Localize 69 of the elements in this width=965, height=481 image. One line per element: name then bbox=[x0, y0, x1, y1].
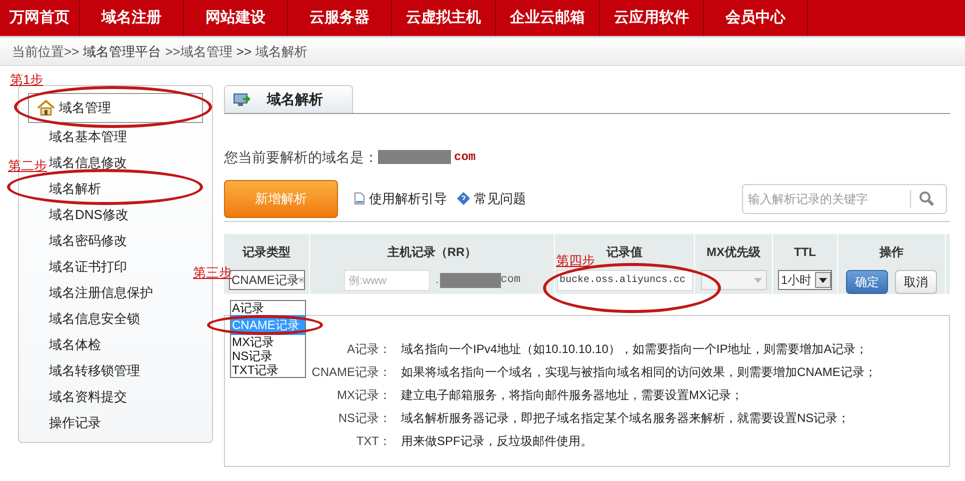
breadcrumb-text: >> bbox=[236, 42, 252, 61]
help-text: 用来做SPF记录，反垃圾邮件使用。 bbox=[401, 432, 592, 450]
step-label: 第二步 bbox=[8, 157, 47, 175]
sidebar-item[interactable]: 操作记录 bbox=[49, 410, 101, 436]
sidebar-item[interactable]: 域名信息修改 bbox=[49, 150, 127, 176]
help-term: A记录： bbox=[346, 340, 391, 358]
monitor-icon bbox=[233, 92, 251, 106]
dropdown-arrow-icon bbox=[754, 278, 762, 282]
sidebar-header[interactable]: 域名管理 bbox=[28, 93, 203, 123]
breadcrumb-text: 域名解析 bbox=[256, 42, 308, 61]
help-term: CNAME记录： bbox=[312, 364, 391, 380]
nav-link[interactable]: 万网首页 bbox=[0, 0, 80, 36]
help-icon bbox=[457, 192, 470, 205]
sidebar-item[interactable]: 域名证书打印 bbox=[49, 254, 127, 280]
column-header: 记录类型 bbox=[242, 244, 290, 259]
ttl-select[interactable]: 1小时 bbox=[778, 270, 832, 290]
cancel-button[interactable]: 取消 bbox=[895, 270, 937, 294]
dropdown-option[interactable]: TXT记录 bbox=[231, 363, 305, 377]
domain-prompt: 您当前要解析的域名是： bbox=[224, 148, 378, 166]
breadcrumb-link[interactable]: 域名管理平台 bbox=[83, 42, 162, 62]
nav-link[interactable]: 会员中心 bbox=[704, 0, 808, 36]
breadcrumb-text: 当前位置>> bbox=[12, 42, 80, 61]
help-text: 建立电子邮箱服务，将指向邮件服务器地址，需要设置MX记录； bbox=[401, 386, 743, 404]
column-header: TTL bbox=[794, 244, 816, 259]
help-text: 域名解析服务器记录，即把子域名指定某个域名服务器来解析，就需要设置NS记录； bbox=[401, 410, 850, 426]
document-icon bbox=[354, 192, 365, 205]
dropdown-option[interactable]: A记录 bbox=[231, 301, 305, 315]
nav-link[interactable]: 云虚拟主机 bbox=[392, 0, 496, 36]
nav-link[interactable]: 云服务器 bbox=[288, 0, 392, 36]
step-label: 第四步 bbox=[556, 252, 595, 270]
dot-text: . bbox=[436, 273, 439, 288]
column-header: MX优先级 bbox=[706, 244, 760, 259]
search-field[interactable]: 输入解析记录的关键字 bbox=[742, 184, 947, 214]
sidebar-item[interactable]: 域名解析 bbox=[49, 176, 101, 202]
help-term: TXT： bbox=[356, 432, 391, 450]
nav-link[interactable]: 云应用软件 bbox=[600, 0, 704, 36]
help-text: 如果将域名指向一个域名，实现与被指向域名相同的访问效果，则需要增加CNAME记录； bbox=[401, 364, 876, 380]
sidebar-item[interactable]: 域名DNS修改 bbox=[49, 202, 128, 228]
help-text: 域名指向一个IPv4地址（如10.10.10.10），如需要指向一个IP地址，则需要增加A记录； bbox=[401, 340, 868, 358]
sidebar-item[interactable]: 域名体检 bbox=[49, 332, 101, 358]
nav-link[interactable]: 域名注册 bbox=[80, 0, 184, 36]
step-label: 第1步 bbox=[10, 71, 44, 89]
help-term: NS记录： bbox=[338, 410, 391, 426]
column-header: 主机记录（RR） bbox=[387, 244, 477, 259]
nav-link[interactable]: 网站建设 bbox=[184, 0, 288, 36]
dropdown-option[interactable]: NS记录 bbox=[231, 349, 305, 363]
domain-suffix: com bbox=[454, 149, 476, 166]
column-header: 操作 bbox=[880, 244, 904, 259]
confirm-button[interactable]: 确定 bbox=[846, 270, 888, 294]
sidebar-item[interactable]: 域名基本管理 bbox=[49, 124, 127, 150]
column-header: 记录值 bbox=[606, 244, 642, 259]
dropdown-option[interactable]: MX记录 bbox=[231, 335, 305, 349]
breadcrumb-link[interactable]: >>域名管理 bbox=[165, 42, 232, 62]
host-suffix: com bbox=[500, 273, 520, 288]
tab[interactable]: 域名解析 bbox=[224, 85, 353, 113]
sidebar-item[interactable]: 域名转移锁管理 bbox=[49, 358, 140, 384]
record-value-input[interactable]: bucke.oss.aliyuncs.cc bbox=[556, 270, 692, 291]
sidebar-item[interactable]: 域名资料提交 bbox=[49, 384, 127, 410]
sidebar-item[interactable]: 域名密码修改 bbox=[49, 228, 127, 254]
search-icon[interactable] bbox=[919, 191, 934, 206]
sidebar-item[interactable]: 域名信息安全锁 bbox=[49, 306, 140, 332]
host-input[interactable]: 例:www bbox=[344, 270, 430, 291]
nav-link[interactable]: 企业云邮箱 bbox=[496, 0, 600, 36]
help-term: MX记录： bbox=[337, 386, 391, 404]
faq-link[interactable]: 常见问题 bbox=[457, 188, 526, 208]
home-icon bbox=[37, 100, 55, 116]
redaction-bar bbox=[440, 273, 501, 288]
guide-link[interactable]: 使用解析引导 bbox=[354, 188, 447, 208]
sidebar-item[interactable]: 域名注册信息保护 bbox=[49, 280, 153, 306]
